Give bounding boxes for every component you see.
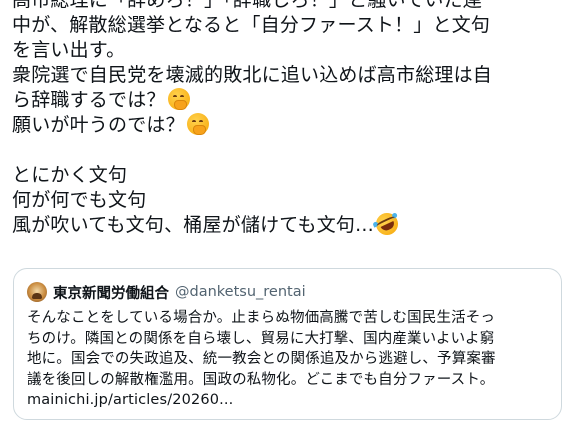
tweet-line: 衆院選で自民党を壊滅的敗北に追い込めば高市総理は自 [12,64,493,86]
tweet-line: 高市総理に「辞めろ！」「辞職しろ！」と騒いでいた連 [12,0,482,11]
quoted-tweet-header: 東京新聞労働組合 @danketsu_rentai [27,282,306,302]
quoted-link[interactable]: mainichi.jp/articles/20260... [27,390,552,411]
quoted-author-handle[interactable]: @danketsu_rentai [175,284,306,300]
avatar[interactable] [27,282,47,302]
tweet-text: 高市総理に「辞めろ！」「辞職しろ！」と騒いでいた連 中が、解散総選挙となると「自… [12,0,568,239]
quoted-line: ちのけ。隣国との関係を自ら壊し、貿易に大打撃、国内産業いよいよ窮 [27,330,495,347]
tweet-line: 何が何でも文句 [12,189,147,211]
rolling-on-the-floor-laughing-icon [372,209,402,239]
tweet-line: ら辞職するでは？ [12,88,568,113]
tweet-line: とにかく文句 [12,164,128,186]
face-with-hand-over-mouth-icon [186,113,209,135]
face-with-hand-over-mouth-icon [167,88,190,110]
quoted-author-name[interactable]: 東京新聞労働組合 [53,282,169,303]
quoted-line: 地に。国会での失政追及、統一教会との関係追及から逃避し、予算案審 [27,351,496,367]
quoted-line: 議を後回しの解散権濫用。国政の私物化。どこまでも自分ファースト。 [27,371,495,388]
tweet-line: 中が、解散総選挙となると「自分ファースト！」と文句 [12,14,491,36]
tweet-line: 願いが叶うのでは？ [12,113,568,138]
quoted-tweet-card[interactable]: 東京新聞労働組合 @danketsu_rentai そんなことをしている場合か。… [13,268,562,420]
quoted-line: そんなことをしている場合か。止まらぬ物価高騰で苦しむ国民生活そっ [27,310,496,326]
tweet-line: を言い出す。 [12,39,126,61]
quoted-tweet-text: そんなことをしている場合か。止まらぬ物価高騰で苦しむ国民生活そっ ちのけ。隣国と… [27,308,552,411]
tweet-line: 風が吹いても文句、桶屋が儲けても文句... [12,209,568,239]
